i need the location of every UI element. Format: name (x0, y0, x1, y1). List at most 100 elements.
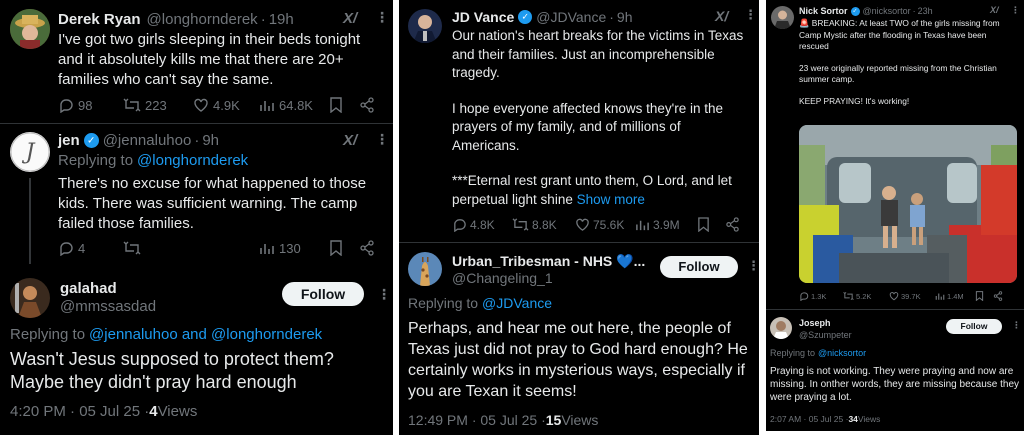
tweet-jen[interactable]: J jen @jennaluhoo · 9h X/ ⋮ Replying to … (0, 124, 393, 264)
more-options-icon[interactable]: ⋮ (375, 131, 389, 148)
share-button[interactable] (359, 97, 375, 113)
tweet-nick-sortor[interactable]: Nick Sortor @nicksortor · 23h X/ ⋮ 🚨 BRE… (766, 0, 1024, 310)
author-name[interactable]: Nick Sortor (799, 6, 848, 16)
post-time[interactable]: 23h (918, 6, 933, 16)
like-button[interactable]: 75.6K (575, 217, 635, 232)
views-button[interactable]: 130 (259, 240, 329, 256)
heart-icon (889, 292, 899, 301)
repost-button[interactable] (123, 240, 259, 256)
separator-dot: · (912, 6, 916, 16)
tweet-galahad[interactable]: galahad @mmssasdad Follow ⋮ Replying to … (0, 264, 393, 435)
show-more-link[interactable]: Show more (577, 192, 645, 207)
share-icon (993, 291, 1003, 301)
follow-button[interactable]: Follow (946, 319, 1002, 334)
grok-icon[interactable]: X/ (990, 5, 999, 15)
tweet-paragraph: KEEP PRAYING! It's working! (799, 95, 910, 106)
bookmark-button[interactable] (329, 97, 359, 113)
tweet-jd-vance[interactable]: JD Vance @JDVance · 9h X/ ⋮ Our nation's… (399, 0, 759, 243)
replying-to: Replying to @longhornderek (58, 152, 248, 169)
replying-to-link[interactable]: @jennaluhoo and @longhornderek (89, 326, 322, 343)
post-time[interactable]: 9h (202, 132, 219, 149)
more-options-icon[interactable]: ⋮ (1012, 320, 1021, 331)
replying-to-link[interactable]: @JDVance (482, 295, 552, 311)
timestamp-text[interactable]: 2:07 AM · 05 Jul 25 · (770, 414, 848, 424)
author-name[interactable]: Derek Ryan (58, 11, 141, 28)
post-timestamp: 12:49 PM · 05 Jul 25 · 15 Views (408, 412, 598, 428)
author-handle[interactable]: @JDVance (536, 9, 606, 25)
repost-button[interactable]: 8.8K (512, 217, 575, 232)
timestamp-text[interactable]: 12:49 PM · 05 Jul 25 · (408, 412, 546, 428)
avatar[interactable] (10, 9, 50, 49)
more-options-icon[interactable]: ⋮ (377, 286, 391, 303)
avatar-image-icon (10, 9, 50, 49)
more-options-icon[interactable]: ⋮ (747, 258, 759, 274)
follow-button[interactable]: Follow (660, 256, 738, 278)
tweet-paragraph: Our nation's heart breaks for the victim… (452, 28, 744, 80)
share-icon (360, 97, 374, 113)
replying-to-link[interactable]: @nicksortor (818, 348, 866, 358)
repost-button[interactable]: 5.2K (843, 291, 889, 301)
view-count: 130 (279, 240, 301, 256)
reply-button[interactable]: 4.8K (452, 217, 512, 232)
avatar[interactable] (771, 6, 794, 29)
author-name[interactable]: jen (58, 132, 80, 149)
author-handle[interactable]: @jennaluhoo (103, 132, 192, 149)
post-timestamp: 4:20 PM · 05 Jul 25 · 4 Views (10, 403, 197, 420)
follow-button[interactable]: Follow (282, 282, 364, 306)
author-handle[interactable]: @mmssasdad (60, 298, 156, 315)
avatar[interactable] (770, 317, 792, 339)
tweet-urban-tribesman[interactable]: Urban_Tribesman - NHS 💙... @Changeling_1… (399, 243, 759, 435)
post-time[interactable]: 19h (269, 11, 294, 28)
replying-label: Replying to (10, 326, 86, 343)
bookmark-button[interactable] (329, 240, 359, 256)
like-button[interactable]: 39.7K (889, 291, 935, 301)
avatar[interactable] (408, 252, 442, 286)
timestamp-text[interactable]: 4:20 PM · 05 Jul 25 · (10, 403, 149, 420)
reply-button[interactable]: 4 (58, 240, 123, 256)
verified-badge-icon (850, 6, 860, 16)
author-handle[interactable]: @Szumpeter (799, 330, 852, 340)
reply-button[interactable]: 1.3K (799, 291, 843, 301)
share-button[interactable] (359, 240, 375, 256)
avatar[interactable] (408, 9, 442, 43)
bookmark-button[interactable] (697, 217, 725, 232)
avatar[interactable] (10, 278, 50, 318)
repost-button[interactable]: 223 (123, 97, 193, 113)
tweet-actions: 4.8K 8.8K 75.6K 3.9M (452, 217, 740, 232)
more-options-icon[interactable]: ⋮ (1011, 5, 1020, 16)
views-button[interactable]: 64.8K (259, 97, 329, 113)
more-options-icon[interactable]: ⋮ (375, 9, 389, 26)
grok-icon[interactable]: X/ (343, 132, 357, 149)
tweet-text: Perhaps, and hear me out here, the peopl… (408, 320, 748, 400)
author-handle[interactable]: @nicksortor (863, 6, 911, 16)
author-name[interactable]: galahad (60, 280, 117, 297)
repost-count: 5.2K (856, 291, 872, 301)
tweet-photo[interactable] (799, 125, 1017, 283)
author-name[interactable]: JD Vance (452, 9, 514, 25)
share-button[interactable] (993, 291, 1003, 301)
views-label: Views (857, 414, 881, 424)
views-label: Views (157, 403, 198, 420)
reply-button[interactable]: 98 (58, 97, 123, 113)
post-time[interactable]: 9h (617, 9, 633, 25)
bookmark-icon (330, 97, 342, 113)
bookmark-button[interactable] (975, 291, 993, 301)
views-count: 4 (149, 403, 158, 420)
author-handle[interactable]: @Changeling_1 (452, 270, 553, 286)
views-button[interactable]: 1.4M (935, 291, 975, 301)
tweet-paragraph: I hope everyone affected knows they're i… (452, 100, 724, 153)
replying-to-link[interactable]: @longhornderek (137, 152, 248, 169)
tweet-derek-ryan[interactable]: Derek Ryan @longhornderek · 19h X/ ⋮ I'v… (0, 0, 393, 122)
views-button[interactable]: 3.9M (635, 217, 697, 232)
replying-label: Replying to (770, 348, 816, 358)
grok-icon[interactable]: X/ (343, 10, 357, 27)
share-button[interactable] (725, 217, 740, 232)
grok-icon[interactable]: X/ (715, 8, 728, 24)
avatar[interactable]: J (10, 132, 50, 172)
more-options-icon[interactable]: ⋮ (744, 7, 757, 23)
like-button[interactable]: 4.9K (193, 97, 259, 113)
author-name[interactable]: Urban_Tribesman - NHS 💙... (452, 253, 645, 270)
author-name[interactable]: Joseph (799, 318, 831, 328)
tweet-joseph[interactable]: Joseph @Szumpeter Follow ⋮ Replying to @… (766, 310, 1024, 431)
author-handle[interactable]: @longhornderek (147, 11, 258, 28)
